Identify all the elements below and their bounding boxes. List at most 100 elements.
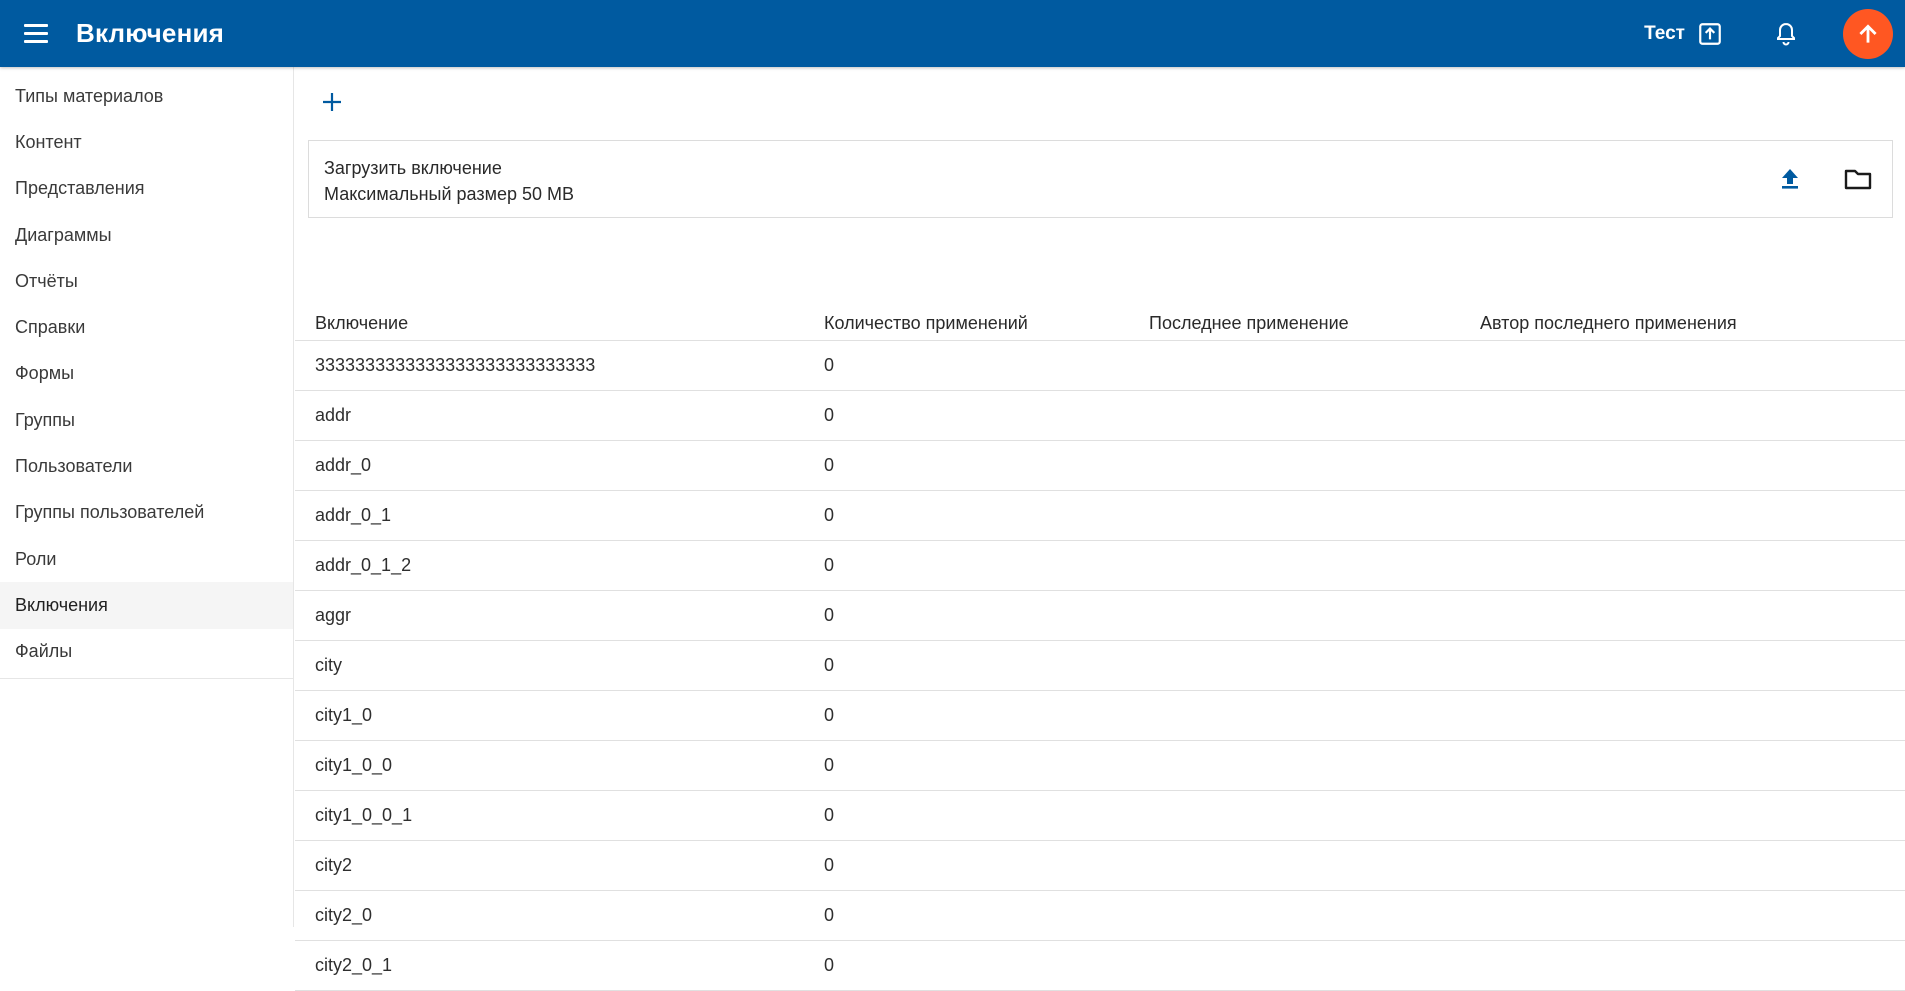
table-header-row: Включение Количество применений Последне… <box>295 287 1905 341</box>
cell-last <box>1129 440 1460 491</box>
cell-count: 0 <box>804 490 1129 541</box>
cell-count: 0 <box>804 940 1129 991</box>
cell-author <box>1460 840 1905 891</box>
sidebar-item-diagrams[interactable]: Диаграммы <box>0 212 293 258</box>
cell-author <box>1460 890 1905 941</box>
table-row[interactable]: addr_0_1 0 <box>295 490 1905 541</box>
table-row[interactable]: city1_0 0 <box>295 690 1905 741</box>
cell-author <box>1460 440 1905 491</box>
sidebar-item-roles[interactable]: Роли <box>0 536 293 582</box>
table-row[interactable]: city2 0 <box>295 840 1905 891</box>
cell-author <box>1460 740 1905 791</box>
cell-name: addr_0_1 <box>295 490 804 541</box>
cell-count: 0 <box>804 340 1129 391</box>
cell-author <box>1460 390 1905 441</box>
cell-last <box>1129 590 1460 641</box>
table-row[interactable]: aggr 0 <box>295 590 1905 641</box>
arrow-up-icon <box>1859 23 1877 43</box>
cell-last <box>1129 840 1460 891</box>
cell-name: city2_0 <box>295 890 804 941</box>
cell-last <box>1129 640 1460 691</box>
table-row[interactable]: city2_0_1 0 <box>295 940 1905 991</box>
cell-name: city1_0_0_1 <box>295 790 804 841</box>
cell-name: city2_0_1 <box>295 940 804 991</box>
table-row[interactable]: addr_0 0 <box>295 440 1905 491</box>
table-row[interactable]: addr 0 <box>295 390 1905 441</box>
cell-last <box>1129 390 1460 441</box>
column-header[interactable]: Количество применений <box>804 287 1129 341</box>
upload-title: Загрузить включение <box>324 158 502 178</box>
cell-name: city <box>295 640 804 691</box>
cell-author <box>1460 340 1905 391</box>
plus-icon <box>323 93 341 111</box>
upload-text: Загрузить включение Максимальный размер … <box>324 155 574 207</box>
sidebar: Типы материалов Контент Представления Ди… <box>0 67 294 679</box>
table-row[interactable]: addr_0_1_2 0 <box>295 540 1905 591</box>
table-row[interactable]: city1_0_0 0 <box>295 740 1905 791</box>
cell-name: aggr <box>295 590 804 641</box>
table-row[interactable]: city 0 <box>295 640 1905 691</box>
cell-author <box>1460 590 1905 641</box>
sidebar-item-user-groups[interactable]: Группы пользователей <box>0 490 293 536</box>
sidebar-item-references[interactable]: Справки <box>0 304 293 350</box>
cell-author <box>1460 790 1905 841</box>
scroll-top-button[interactable] <box>1843 8 1893 59</box>
cell-count: 0 <box>804 590 1129 641</box>
upload-icon[interactable] <box>1774 163 1806 195</box>
sidebar-item-views[interactable]: Представления <box>0 166 293 212</box>
user-name[interactable]: Тест <box>1644 23 1685 45</box>
cell-name: city2 <box>295 840 804 891</box>
cell-last <box>1129 940 1460 991</box>
cell-count: 0 <box>804 890 1129 941</box>
sidebar-item-material-types[interactable]: Типы материалов <box>0 73 293 119</box>
cell-count: 0 <box>804 690 1129 741</box>
cell-name: 3333333333333333333333333333 <box>295 340 804 391</box>
cell-count: 0 <box>804 540 1129 591</box>
cell-name: city1_0_0 <box>295 740 804 791</box>
cell-count: 0 <box>804 790 1129 841</box>
sidebar-item-forms[interactable]: Формы <box>0 351 293 397</box>
main-content: Загрузить включение Максимальный размер … <box>295 67 1905 991</box>
cell-last <box>1129 890 1460 941</box>
cell-name: city1_0 <box>295 690 804 741</box>
upload-panel[interactable]: Загрузить включение Максимальный размер … <box>308 140 1893 218</box>
cell-last <box>1129 490 1460 541</box>
sidebar-filler <box>0 679 294 927</box>
bell-icon[interactable] <box>1769 17 1803 51</box>
app-bar: Включения Тест <box>0 0 1905 67</box>
cell-author <box>1460 540 1905 591</box>
page-title: Включения <box>76 18 225 48</box>
sidebar-item-files[interactable]: Файлы <box>0 629 293 675</box>
sidebar-item-content[interactable]: Контент <box>0 119 293 165</box>
cell-author <box>1460 940 1905 991</box>
column-header[interactable]: Автор последнего применения <box>1460 287 1905 341</box>
sidebar-item-groups[interactable]: Группы <box>0 397 293 443</box>
cell-last <box>1129 790 1460 841</box>
menu-icon[interactable] <box>24 19 54 49</box>
cell-count: 0 <box>804 840 1129 891</box>
cell-count: 0 <box>804 390 1129 441</box>
table-row[interactable]: 3333333333333333333333333333 0 <box>295 340 1905 391</box>
column-header[interactable]: Включение <box>295 287 804 341</box>
sidebar-item-users[interactable]: Пользователи <box>0 443 293 489</box>
cell-count: 0 <box>804 440 1129 491</box>
column-header[interactable]: Последнее применение <box>1129 287 1460 341</box>
table-row[interactable]: city1_0_0_1 0 <box>295 790 1905 841</box>
table-row[interactable]: city2_0 0 <box>295 890 1905 941</box>
cell-author <box>1460 490 1905 541</box>
cell-author <box>1460 690 1905 741</box>
sidebar-item-reports[interactable]: Отчёты <box>0 258 293 304</box>
export-icon[interactable] <box>1693 17 1727 51</box>
cell-last <box>1129 340 1460 391</box>
cell-name: addr <box>295 390 804 441</box>
sidebar-item-inclusions[interactable]: Включения <box>0 582 293 629</box>
cell-author <box>1460 640 1905 691</box>
cell-count: 0 <box>804 740 1129 791</box>
add-button[interactable] <box>317 87 347 117</box>
cell-last <box>1129 540 1460 591</box>
upload-limit: Максимальный размер 50 MB <box>324 184 575 204</box>
cell-name: addr_0_1_2 <box>295 540 804 591</box>
cell-name: addr_0 <box>295 440 804 491</box>
folder-icon[interactable] <box>1841 163 1875 195</box>
cell-last <box>1129 740 1460 791</box>
